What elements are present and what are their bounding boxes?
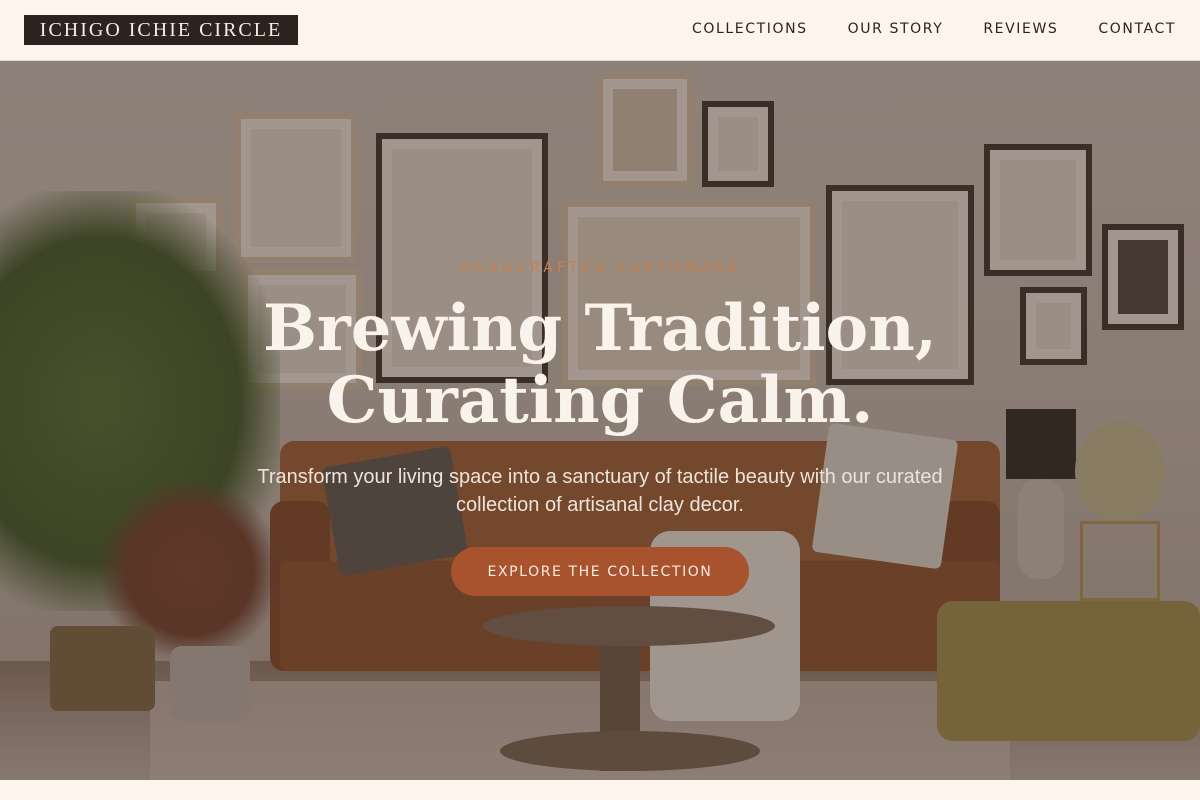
main-nav: COLLECTIONS OUR STORY REVIEWS CONTACT — [692, 19, 1176, 39]
nav-item-contact[interactable]: CONTACT — [1098, 19, 1176, 39]
hero-headline: Brewing Tradition, Curating Calm. — [0, 293, 1200, 437]
explore-collection-button[interactable]: EXPLORE THE COLLECTION — [451, 547, 749, 596]
hero-subtext: Transform your living space into a sanct… — [257, 466, 943, 516]
nav-item-our-story[interactable]: OUR STORY — [848, 19, 944, 39]
brand-logo[interactable]: ICHIGO ICHIE CIRCLE — [24, 15, 298, 45]
hero-section: HANDCRAFTED EARTHWARE Brewing Tradition,… — [0, 61, 1200, 780]
site-header: ICHIGO ICHIE CIRCLE COLLECTIONS OUR STOR… — [0, 0, 1200, 61]
hero-headline-line-1: Brewing Tradition, — [262, 291, 938, 366]
next-section-edge — [0, 780, 1200, 800]
nav-item-collections[interactable]: COLLECTIONS — [692, 19, 808, 39]
hero-eyebrow: HANDCRAFTED EARTHWARE — [459, 260, 741, 276]
hero-headline-line-2: Curating Calm. — [326, 363, 874, 438]
nav-item-reviews[interactable]: REVIEWS — [983, 19, 1058, 39]
